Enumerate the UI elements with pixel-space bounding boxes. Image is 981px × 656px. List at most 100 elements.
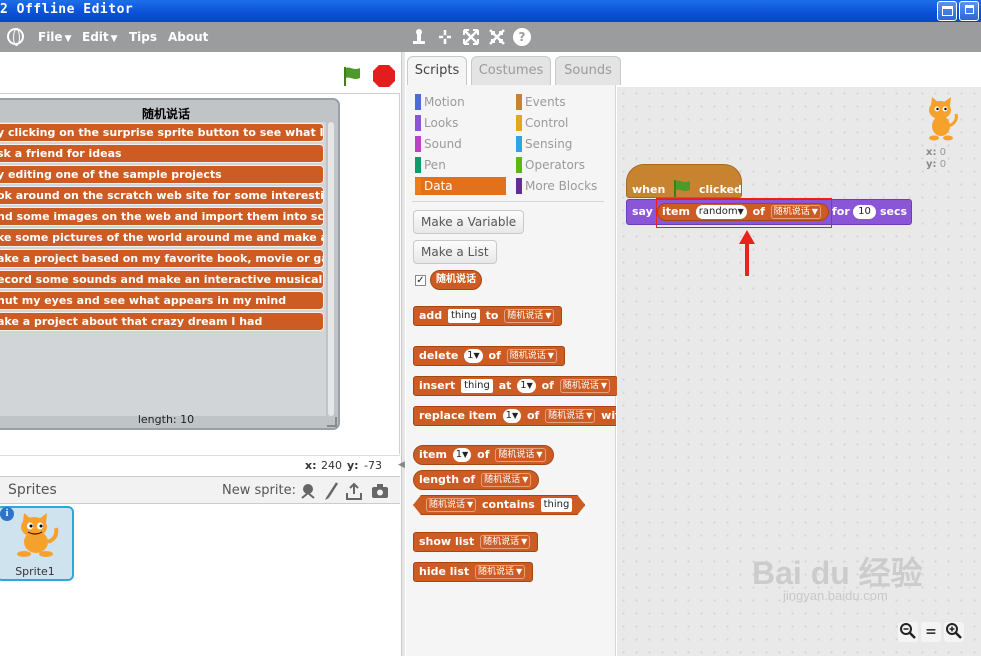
list-item[interactable]: ake a project based on my favorite book,… xyxy=(0,249,324,268)
category-looks[interactable]: Looks xyxy=(415,114,506,132)
block-text-input[interactable]: thing xyxy=(448,309,480,323)
shrink-icon[interactable] xyxy=(488,28,506,46)
maximize-button[interactable] xyxy=(937,1,957,21)
block-keyword: item xyxy=(419,448,447,461)
list-dropdown[interactable]: 随机说话 ▼ xyxy=(495,448,546,462)
category-looks-label: Looks xyxy=(424,116,459,130)
category-more-blocks[interactable]: More Blocks xyxy=(516,177,608,195)
mouse-y-label: y: xyxy=(347,459,359,472)
help-icon[interactable]: ? xyxy=(513,28,531,46)
new-sprite-label: New sprite: xyxy=(222,483,296,498)
info-icon[interactable]: i xyxy=(0,507,14,521)
block-keyword: secs xyxy=(880,205,908,218)
list-item[interactable]: y clicking on the surprise sprite button… xyxy=(0,123,324,142)
block-keyword: show xyxy=(419,535,452,548)
category-sensing[interactable]: Sensing xyxy=(516,135,608,153)
list-visibility-checkbox[interactable]: ✓ xyxy=(415,275,426,286)
list-item[interactable]: ake a project about that crazy dream I h… xyxy=(0,312,324,331)
zoom-reset-icon[interactable]: = xyxy=(921,622,941,642)
mouse-coordinates: x: 240 y: -73 xyxy=(0,455,400,475)
category-operators[interactable]: Operators xyxy=(516,156,608,174)
list-dropdown[interactable]: 随机说话 ▼ xyxy=(481,473,532,487)
paint-brush-icon[interactable] xyxy=(322,481,342,501)
menu-tips[interactable]: Tips xyxy=(129,30,157,44)
globe-icon[interactable] xyxy=(7,28,24,46)
restore-button[interactable] xyxy=(959,1,979,21)
category-data[interactable]: Data xyxy=(415,177,506,195)
block-number-input[interactable]: 1▼ xyxy=(502,409,522,423)
list-item[interactable]: hut my eyes and see what appears in my m… xyxy=(0,291,324,310)
list-item[interactable]: nd some images on the web and import the… xyxy=(0,207,324,226)
list-scrollbar[interactable] xyxy=(328,122,334,416)
duplicate-icon[interactable] xyxy=(410,28,428,46)
category-pen[interactable]: Pen xyxy=(415,156,506,174)
list-item[interactable]: ke some pictures of the world around me … xyxy=(0,228,324,247)
list-item[interactable]: sk a friend for ideas xyxy=(0,144,324,163)
list-dropdown-value: 随机说话 xyxy=(548,411,585,421)
category-sound[interactable]: Sound xyxy=(415,135,506,153)
length-of-list-reporter[interactable]: length of 随机说话 ▼ xyxy=(413,470,540,490)
show-list-block[interactable]: show list 随机说话 ▼ xyxy=(413,532,539,552)
list-item[interactable]: y editing one of the sample projects xyxy=(0,165,324,184)
list-resize-handle[interactable] xyxy=(327,417,337,427)
grow-icon[interactable] xyxy=(462,28,480,46)
zoom-out-icon[interactable] xyxy=(898,622,918,642)
secs-number-input[interactable]: 10 xyxy=(853,205,876,219)
list-dropdown[interactable]: 随机说话 ▼ xyxy=(504,309,555,323)
block-text-input[interactable]: thing xyxy=(541,498,573,512)
make-variable-button[interactable]: Make a Variable xyxy=(413,210,525,234)
block-text-input[interactable]: thing xyxy=(461,379,493,393)
chevron-down-icon: ▼ xyxy=(600,381,607,390)
block-number-input[interactable]: 1▼ xyxy=(517,379,536,393)
list-dropdown[interactable]: 随机说话 ▼ xyxy=(480,535,531,549)
list-item[interactable]: ok around on the scratch web site for so… xyxy=(0,186,324,205)
block-keyword: wit xyxy=(601,409,616,422)
category-control[interactable]: Control xyxy=(516,114,608,132)
upload-icon[interactable] xyxy=(344,481,364,501)
menu-file[interactable]: File ▼ xyxy=(38,30,71,44)
category-motion-label: Motion xyxy=(424,95,465,109)
camera-icon[interactable] xyxy=(370,481,390,501)
tab-sounds[interactable]: Sounds xyxy=(555,56,621,85)
category-operators-label: Operators xyxy=(525,158,585,172)
list-monitor[interactable]: 随机说话 y clicking on the surprise sprite b… xyxy=(0,98,340,430)
list-dropdown[interactable]: 随机说话 ▼ xyxy=(545,409,596,423)
list-dropdown[interactable]: 随机说话 ▼ xyxy=(426,498,476,512)
block-keyword: insert xyxy=(419,379,456,392)
stop-button[interactable] xyxy=(372,64,396,88)
cut-icon[interactable] xyxy=(436,28,454,46)
chevron-down-icon: ▼ xyxy=(586,411,593,420)
add-to-list-block[interactable]: add thing to 随机说话 ▼ xyxy=(413,306,563,326)
list-contains-boolean[interactable]: 随机说话 ▼ contains thing xyxy=(413,495,585,515)
menu-about[interactable]: About xyxy=(168,30,208,44)
annotation-highlight-box xyxy=(656,198,832,228)
tab-costumes[interactable]: Costumes xyxy=(471,56,551,85)
sprite-library-icon[interactable] xyxy=(298,481,318,501)
category-control-label: Control xyxy=(525,116,569,130)
block-number-input[interactable]: 1▼ xyxy=(464,349,483,363)
list-reporter-block[interactable]: 随机说话 xyxy=(430,270,482,290)
replace-item-block[interactable]: replace item 1▼ of 随机说话▼ wit xyxy=(413,406,616,426)
menu-edit-label: Edit xyxy=(82,30,109,44)
category-more-blocks-label: More Blocks xyxy=(525,179,598,193)
list-dropdown[interactable]: 随机说话 ▼ xyxy=(506,349,557,363)
when-flag-clicked-block[interactable]: when clicked xyxy=(626,164,742,198)
list-dropdown[interactable]: 随机说话 ▼ xyxy=(559,379,610,393)
green-flag-button[interactable] xyxy=(340,64,364,88)
item-of-list-reporter[interactable]: item 1▼ of 随机说话 ▼ xyxy=(413,445,554,465)
list-dropdown-value: 随机说话 xyxy=(483,537,520,547)
insert-at-list-block[interactable]: insert thing at 1▼ of 随机说话 ▼ xyxy=(413,376,618,396)
list-item[interactable]: ecord some sounds and make an interactiv… xyxy=(0,270,324,289)
zoom-in-icon[interactable] xyxy=(944,622,964,642)
block-number-input[interactable]: 1▼ xyxy=(452,448,472,462)
mouse-x-value: 240 xyxy=(321,459,342,472)
tab-scripts[interactable]: Scripts xyxy=(407,56,467,86)
delete-of-list-block[interactable]: delete 1▼ of 随机说话 ▼ xyxy=(413,346,565,366)
list-dropdown[interactable]: 随机说话 ▼ xyxy=(474,565,526,579)
menu-edit[interactable]: Edit ▼ xyxy=(82,30,118,44)
collapse-stage-icon[interactable]: ◀ xyxy=(398,459,406,471)
hide-list-block[interactable]: hide list 随机说话 ▼ xyxy=(413,562,534,582)
category-events[interactable]: Events xyxy=(516,93,608,111)
category-motion[interactable]: Motion xyxy=(415,93,506,111)
make-list-button[interactable]: Make a List xyxy=(413,240,497,264)
